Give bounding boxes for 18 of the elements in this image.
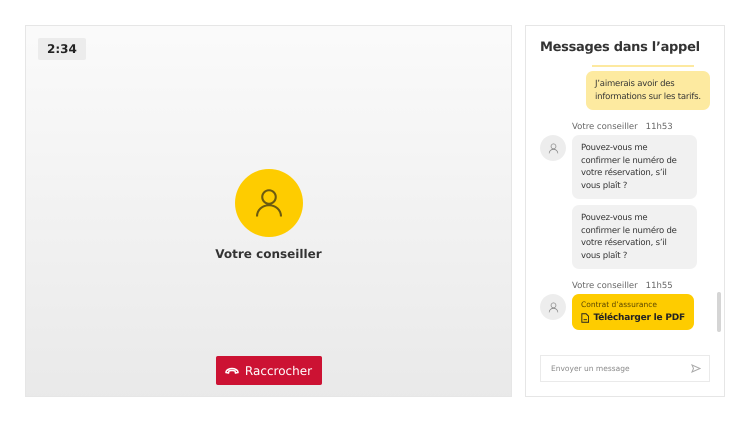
message-time: 11h55: [646, 281, 673, 291]
call-timer: 2:34: [38, 38, 86, 60]
scrollbar[interactable]: [717, 292, 721, 332]
message-bubble: J’aimerais avoir des informations sur les tarifs.: [586, 71, 710, 110]
caller-name: Votre conseiller: [215, 247, 322, 261]
download-link[interactable]: Télécharger le PDF: [581, 312, 685, 324]
message-bubble: Pouvez-vous me confirmer le numéro de votre réservation, s’il vous plaît ?: [572, 135, 697, 199]
sender-name: Votre conseiller: [572, 281, 638, 291]
person-icon: [546, 300, 560, 314]
send-icon[interactable]: [691, 364, 701, 373]
message-bubble: Pouvez-vous me confirmer le numéro de votre réservation, s’il vous plaît ?: [572, 205, 697, 269]
phone-icon: [224, 367, 239, 374]
message-time: 11h53: [646, 122, 673, 132]
pdf-file-icon: [581, 312, 590, 324]
chat-title: Messages dans l’appel: [540, 40, 701, 55]
hangup-button[interactable]: Raccrocher: [216, 356, 322, 385]
person-icon: [546, 142, 560, 154]
sender-name: Votre conseiller: [572, 122, 638, 132]
